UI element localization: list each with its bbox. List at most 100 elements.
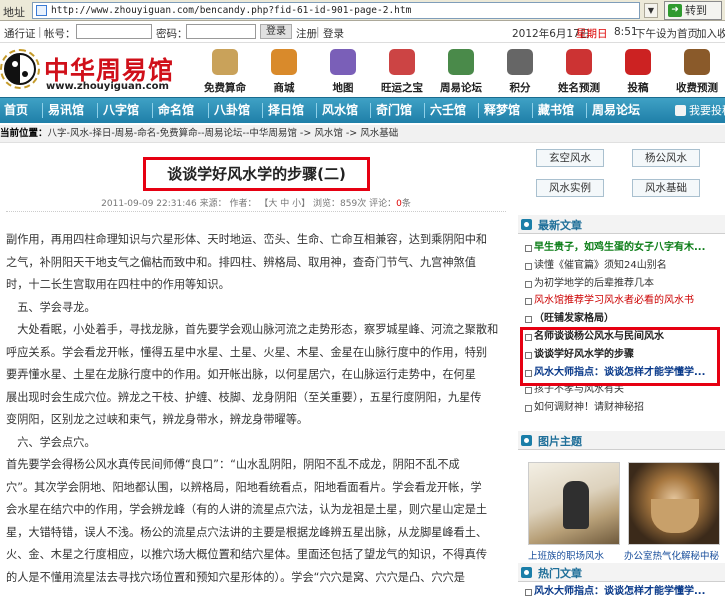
nav-separator <box>424 103 425 118</box>
header-menu-label: 免费算命 <box>204 82 246 94</box>
header-menu-item[interactable]: 姓名预测 <box>550 45 608 97</box>
login-link[interactable]: 登录 <box>323 26 344 41</box>
category-xuankong[interactable]: 玄空风水 <box>536 149 604 167</box>
nav-item[interactable]: 择日馆 <box>268 98 304 123</box>
article-paragraph: 首先要学会得杨公风水真传民间师傅“良口”：“山水乱阴阳，阴阳不乱不成龙，阴阳不乱… <box>6 458 460 471</box>
nav-separator <box>532 103 533 118</box>
article-area: 谈谈学好风水学的步骤(二) 2011-09-09 22:31:46 来源： 作者… <box>0 143 512 600</box>
header-menu-item[interactable]: 投稿 <box>609 45 667 97</box>
header-menu-item[interactable]: 收费预测 <box>668 45 725 97</box>
go-button[interactable]: ➜ 转到 <box>664 1 722 20</box>
article-paragraph: 展出现时会生成穴位。辨龙之干枝、护缠、枝脚、龙身阴阳（至关重要），五星行度阴阳，… <box>6 390 482 404</box>
article-paragraph: 的人是不懂用流星法去寻找穴场位置和预知穴星形体的）。学会“穴穴是窝、穴穴是凸、穴… <box>6 570 465 584</box>
breadcrumb: 当前位置：八字-风水-择日-周易-命名-免费算命--周易论坛--中华周易馆 ->… <box>0 125 725 143</box>
header-menu-item[interactable]: 旺运之宝 <box>373 45 431 97</box>
nav-separator <box>262 103 263 118</box>
latest-article-item[interactable]: 为初学地学的后辈推荐几本 <box>524 275 724 293</box>
header-menu-label: 姓名预测 <box>558 82 600 94</box>
nav-item[interactable]: 释梦馆 <box>484 98 520 123</box>
article-paragraph: 副作用，再用四柱命理知识与穴星形体、天时地运、峦头、生命、亡命互相兼容，达到乘阴… <box>6 233 488 246</box>
header-menu-label: 商城 <box>273 82 295 94</box>
breadcrumb-level1[interactable]: 风水馆 <box>314 128 343 139</box>
favorite-link[interactable]: 加入收藏 <box>696 26 725 41</box>
header-menu-label: 地图 <box>332 82 354 94</box>
latest-article-item[interactable]: 风水馆推荐学习风水者必看的风水书 <box>524 292 724 310</box>
latest-article-item[interactable]: （旺铺发家格局） <box>524 310 724 328</box>
submit-icon <box>625 49 651 75</box>
site-domain: www.zhouyiguan.com <box>46 81 169 92</box>
latest-articles-header: 最新文章 <box>518 215 725 234</box>
map-icon <box>330 49 356 75</box>
nav-item[interactable]: 六壬馆 <box>430 98 466 123</box>
passport-link[interactable]: 通行证 <box>4 26 36 41</box>
article-paragraph: 要弄懂水星、土星在龙脉行度中的作用。如开帐出脉，以何星居穴，在山脉运行走势中，在… <box>6 368 476 381</box>
separator: | <box>38 26 42 38</box>
set-home-link[interactable]: 设为首页 <box>656 26 698 41</box>
photo-caption[interactable]: 上班族的职场风水 <box>528 548 604 562</box>
photo-topics-header: 图片主题 <box>518 431 725 450</box>
header-menu-item[interactable]: 地图 <box>314 45 372 97</box>
account-input[interactable] <box>76 24 152 39</box>
photo-caption[interactable]: 办公室热气化解秘中秘 <box>624 548 719 562</box>
views-label: 浏览： <box>313 199 341 209</box>
fortune-icon <box>212 49 238 75</box>
go-arrow-icon: ➜ <box>668 4 682 17</box>
cup-figure <box>651 499 699 533</box>
header-menu-item[interactable]: 周易论坛 <box>432 45 490 97</box>
photo-thumbnail[interactable] <box>528 462 620 545</box>
section-icon <box>521 219 532 230</box>
breadcrumb-level2[interactable]: 风水基础 <box>360 128 398 139</box>
article-paragraph: 时，十二长生宫取用在四柱中的作用等知识。 <box>6 278 230 291</box>
nav-item[interactable]: 首页 <box>4 98 28 123</box>
nav-item[interactable]: 八卦馆 <box>214 98 250 123</box>
font-size-switch[interactable]: 【大 中 小】 <box>259 199 310 209</box>
photo-thumbnail[interactable] <box>628 462 720 545</box>
nav-item[interactable]: 易讯馆 <box>48 98 84 123</box>
password-input[interactable] <box>186 24 256 39</box>
nav-separator <box>42 103 43 118</box>
register-link[interactable]: 注册 <box>296 26 317 41</box>
views-count: 859次 <box>340 199 367 209</box>
nav-item[interactable]: 八字馆 <box>103 98 139 123</box>
nav-item[interactable]: 奇门馆 <box>376 98 412 123</box>
address-input[interactable]: http://www.zhouyiguan.com/bencandy.php?f… <box>32 2 640 19</box>
nav-separator <box>316 103 317 118</box>
nav-item[interactable]: 风水馆 <box>322 98 358 123</box>
nav-item[interactable]: 周易论坛 <box>592 98 640 123</box>
latest-articles-title: 最新文章 <box>538 219 582 232</box>
breadcrumb-prefix: 当前位置： <box>0 128 48 139</box>
header-icon-menu: 免费算命 商城 地图 旺运之宝 周易论坛 积分 姓名预测 投稿 收费预测 <box>196 43 725 97</box>
header-menu-item[interactable]: 免费算命 <box>196 45 254 97</box>
password-label: 密码： <box>156 28 188 40</box>
hot-article-item[interactable]: 风水大师指点：谈谈怎样才能学懂学... <box>524 583 724 600</box>
header-menu-item[interactable]: 积分 <box>491 45 549 97</box>
category-examples[interactable]: 风水实例 <box>536 179 604 197</box>
taiji-icon <box>4 53 36 85</box>
comments-label: 评论： <box>369 199 397 209</box>
article-paragraph: 呼应关系。学会看龙开帐，懂得五星中水星、土星、火星、木星、金星在山脉行度中的作用… <box>6 345 488 359</box>
header-menu-item[interactable]: 商城 <box>255 45 313 97</box>
latest-article-item[interactable]: 读懂《催官篇》须知24山别名 <box>524 257 724 275</box>
article-paragraph: 穴”。其次学会阴地、阳地都认围，以辨格局，阳地看统看点，阳地看面看片。学会看龙开… <box>6 480 482 494</box>
site-logo[interactable]: 中华周易馆 www.zhouyiguan.com <box>0 49 190 93</box>
category-yanggong[interactable]: 杨公风水 <box>632 149 700 167</box>
header-menu-label: 投稿 <box>627 82 649 94</box>
nav-item[interactable]: 藏书馆 <box>538 98 574 123</box>
address-bar: 地址 http://www.zhouyiguan.com/bencandy.ph… <box>0 0 725 21</box>
article-paragraph: 会水星在结穴中的作用，学会辨龙峰（有的人讲的流星点穴法，认为龙祖是土星，则穴星山… <box>6 503 488 516</box>
header-menu-label: 旺运之宝 <box>381 82 423 94</box>
category-basics[interactable]: 风水基础 <box>632 179 700 197</box>
url-text[interactable]: http://www.zhouyiguan.com/bencandy.php?f… <box>51 5 411 16</box>
login-button[interactable]: 登录 <box>260 24 292 39</box>
article-paragraph: 五、学会寻龙。 <box>6 300 96 314</box>
main-nav: 我要投稿 首页易讯馆八字馆命名馆八卦馆择日馆风水馆奇门馆六壬馆释梦馆藏书馆周易论… <box>0 97 725 123</box>
latest-article-item[interactable]: 早生贵子，如鸡生蛋的女子八字有木... <box>524 239 724 257</box>
submit-article-link[interactable]: 我要投稿 <box>673 101 725 120</box>
comments-unit: 条 <box>401 199 411 209</box>
article-paragraph: 之气，补阴阳天干地支气之偏枯而致中和。排四柱、辨格局、取用神，查奇门节气、九宫神… <box>6 255 476 269</box>
breadcrumb-home[interactable]: 八字-风水-择日-周易-命名-免费算命--周易论坛--中华周易馆 <box>48 128 297 139</box>
address-dropdown-button[interactable]: ▼ <box>644 3 658 18</box>
latest-article-item[interactable]: 如何调财神！请财神秘招 <box>524 399 724 417</box>
nav-item[interactable]: 命名馆 <box>158 98 194 123</box>
breadcrumb-arrow: -> <box>299 128 312 139</box>
